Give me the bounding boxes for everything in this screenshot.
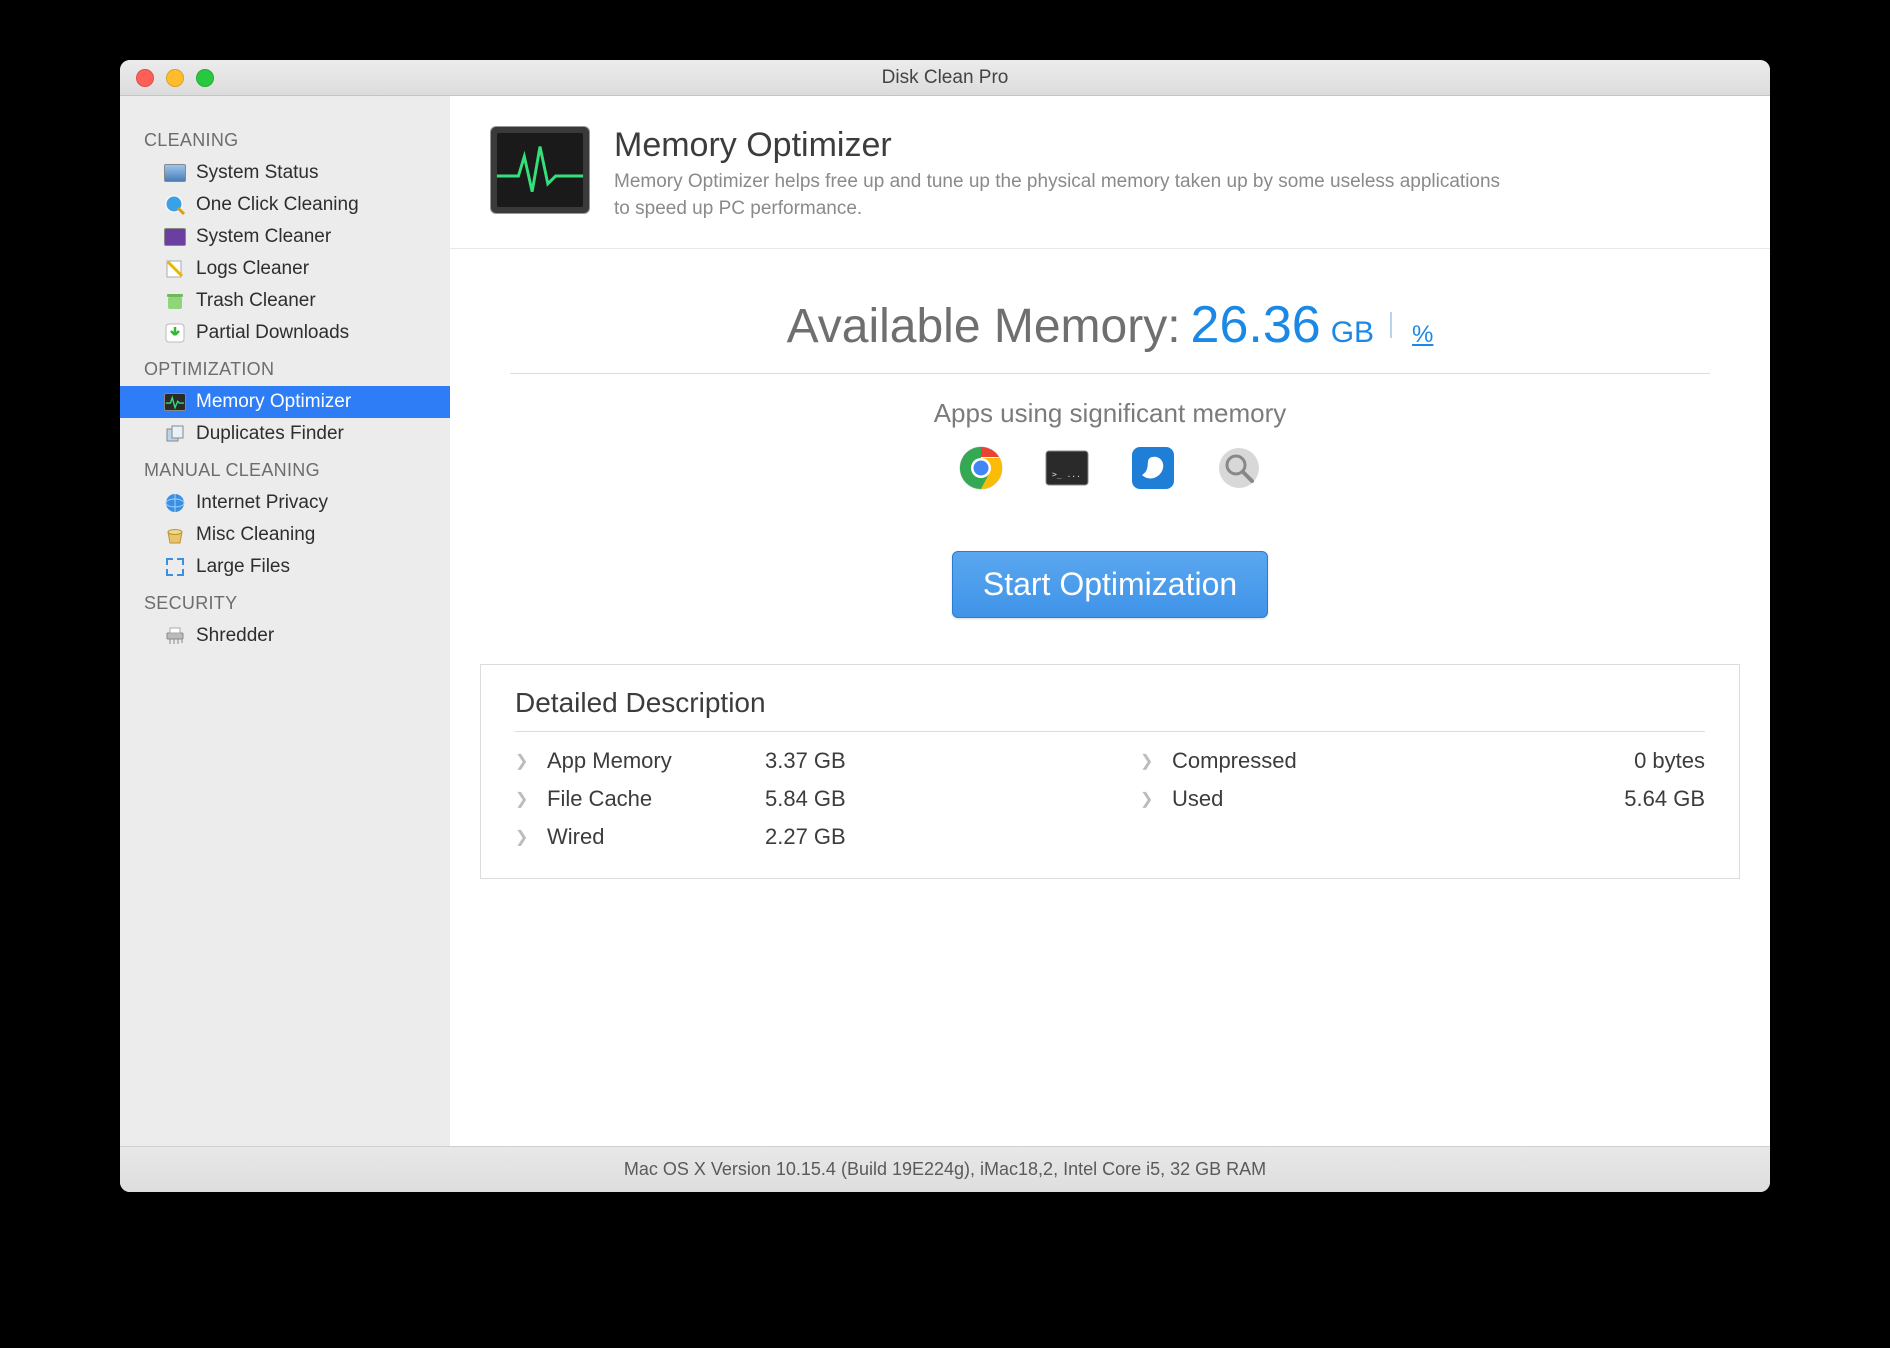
page-title: Memory Optimizer [614, 126, 1514, 165]
pulse-icon [164, 391, 186, 413]
monitor-icon [164, 162, 186, 184]
minimize-button[interactable] [166, 69, 184, 87]
svg-text:>_ ...: >_ ... [1052, 470, 1081, 479]
chip-icon [164, 226, 186, 248]
main-header: Memory Optimizer Memory Optimizer helps … [450, 96, 1770, 249]
sidebar-item-duplicates-finder[interactable]: Duplicates Finder [120, 418, 450, 450]
available-value: 26.36 [1191, 295, 1321, 355]
apps-label: Apps using significant memory [450, 398, 1770, 429]
zoom-button[interactable] [196, 69, 214, 87]
sidebar-item-label: One Click Cleaning [196, 194, 359, 216]
chevron-right-icon: ❯ [1140, 751, 1154, 771]
chevron-right-icon: ❯ [1140, 789, 1154, 809]
sidebar-item-system-cleaner[interactable]: System Cleaner [120, 221, 450, 253]
close-button[interactable] [136, 69, 154, 87]
sidebar-item-misc-cleaning[interactable]: Misc Cleaning [120, 519, 450, 551]
detail-row: ❯ App Memory 3.37 GB [515, 748, 1080, 774]
sidebar: CLEANING System Status One Click Cleaning S… [120, 96, 450, 1146]
available-label: Available Memory: [787, 299, 1181, 354]
detail-label: Compressed [1172, 748, 1372, 774]
sidebar-item-label: System Cleaner [196, 226, 331, 248]
sidebar-item-partial-downloads[interactable]: Partial Downloads [120, 317, 450, 349]
sidebar-item-label: Shredder [196, 625, 274, 647]
detail-row: ❯ File Cache 5.84 GB [515, 786, 1080, 812]
pencil-doc-icon [164, 258, 186, 280]
sidebar-section-header: OPTIMIZATION [120, 349, 450, 386]
sidebar-item-logs-cleaner[interactable]: Logs Cleaner [120, 253, 450, 285]
memory-pulse-icon [490, 126, 590, 214]
footer-system-info: Mac OS X Version 10.15.4 (Build 19E224g)… [120, 1146, 1770, 1192]
main-panel: Memory Optimizer Memory Optimizer helps … [450, 96, 1770, 1146]
sidebar-item-label: Misc Cleaning [196, 524, 315, 546]
sidebar-section-header: CLEANING [120, 120, 450, 157]
terminal-app-icon[interactable]: >_ ... [1044, 445, 1090, 491]
sidebar-section-header: SECURITY [120, 583, 450, 620]
detail-value: 5.64 GB [1390, 786, 1705, 812]
detail-value: 2.27 GB [765, 824, 1080, 850]
sidebar-item-label: Memory Optimizer [196, 391, 351, 413]
available-memory-row: Available Memory: 26.36 GB % [450, 249, 1770, 373]
swirl-blue-app-icon[interactable] [1130, 445, 1176, 491]
detail-value: 3.37 GB [765, 748, 1080, 774]
sidebar-item-label: Large Files [196, 556, 290, 578]
sidebar-item-label: Internet Privacy [196, 492, 328, 514]
download-arrow-icon [164, 322, 186, 344]
expand-icon [164, 556, 186, 578]
globe-brush-icon [164, 194, 186, 216]
titlebar: Disk Clean Pro [120, 60, 1770, 96]
detail-label: App Memory [547, 748, 747, 774]
chrome-app-icon[interactable] [958, 445, 1004, 491]
sidebar-item-shredder[interactable]: Shredder [120, 620, 450, 652]
window-controls [120, 69, 214, 87]
window-title: Disk Clean Pro [120, 67, 1770, 89]
apps-row: >_ ... [450, 445, 1770, 491]
sidebar-item-trash-cleaner[interactable]: Trash Cleaner [120, 285, 450, 317]
detail-title: Detailed Description [515, 687, 1705, 732]
detail-row: ❯ Wired 2.27 GB [515, 824, 1080, 850]
sidebar-item-label: System Status [196, 162, 319, 184]
sidebar-item-label: Duplicates Finder [196, 423, 344, 445]
detail-label: Used [1172, 786, 1372, 812]
significant-apps-section: Apps using significant memory >_ ... [450, 374, 1770, 501]
bucket-icon [164, 524, 186, 546]
chevron-right-icon: ❯ [515, 751, 529, 771]
sidebar-item-internet-privacy[interactable]: Internet Privacy [120, 487, 450, 519]
sidebar-item-label: Trash Cleaner [196, 290, 316, 312]
sidebar-item-system-status[interactable]: System Status [120, 157, 450, 189]
unit-divider [1390, 312, 1392, 338]
detail-label: Wired [547, 824, 747, 850]
sidebar-section-header: MANUAL CLEANING [120, 450, 450, 487]
sidebar-item-one-click-cleaning[interactable]: One Click Cleaning [120, 189, 450, 221]
globe-icon [164, 492, 186, 514]
chevron-right-icon: ❯ [515, 789, 529, 809]
detail-grid: ❯ App Memory 3.37 GB ❯ Compressed 0 bytes ❯ Fil… [515, 748, 1705, 850]
shredder-icon [164, 625, 186, 647]
available-unit: GB [1331, 316, 1374, 350]
sidebar-item-memory-optimizer[interactable]: Memory Optimizer [120, 386, 450, 418]
dup-icon [164, 423, 186, 445]
app-window: Disk Clean Pro CLEANING System Status One … [120, 60, 1770, 1192]
detail-row: ❯ Compressed 0 bytes [1140, 748, 1705, 774]
start-optimization-button[interactable]: Start Optimization [952, 551, 1268, 618]
percent-toggle[interactable]: % [1412, 321, 1433, 349]
detail-value: 0 bytes [1390, 748, 1705, 774]
sidebar-item-label: Partial Downloads [196, 322, 349, 344]
sidebar-item-large-files[interactable]: Large Files [120, 551, 450, 583]
detail-value: 5.84 GB [765, 786, 1080, 812]
sidebar-item-label: Logs Cleaner [196, 258, 309, 280]
detail-label: File Cache [547, 786, 747, 812]
magnifier-app-icon[interactable] [1216, 445, 1262, 491]
page-description: Memory Optimizer helps free up and tune … [614, 169, 1514, 222]
chevron-right-icon: ❯ [515, 827, 529, 847]
trash-icon [164, 290, 186, 312]
detail-row: ❯ Used 5.64 GB [1140, 786, 1705, 812]
detail-box: Detailed Description ❯App Memory3.37 GB❯… [480, 664, 1740, 879]
